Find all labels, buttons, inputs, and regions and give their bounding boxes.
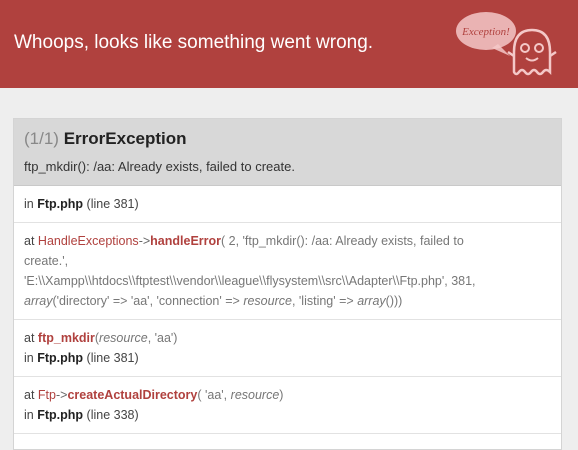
trace-item: at Ftp->createActualDirectory( 'aa', res… — [14, 377, 561, 434]
trace-args: resource — [230, 388, 280, 402]
exception-message: ftp_mkdir(): /aa: Already exists, failed… — [24, 159, 295, 174]
trace-args: array — [357, 294, 386, 308]
trace-args: , 'aa') — [147, 331, 178, 345]
exception-name: ErrorException — [63, 129, 187, 148]
exception-header: (1/1) ErrorException ftp_mkdir(): /aa: A… — [14, 119, 561, 186]
content-area: (1/1) ErrorException ftp_mkdir(): /aa: A… — [0, 88, 578, 450]
trace-in-label: in — [24, 408, 34, 422]
trace-args: 'E:\\Xampp\\htdocs\\ftptest\\vendor\\lea… — [24, 274, 476, 288]
trace-at-label: at — [24, 234, 35, 248]
trace-class: HandleExceptions — [37, 234, 139, 248]
ghost-mascot: Exception! — [452, 8, 564, 82]
trace-file: Ftp.php — [37, 408, 84, 422]
trace-function: ftp_mkdir — [37, 331, 95, 345]
trace-args: ( 'aa', — [197, 388, 228, 402]
bubble-text: Exception! — [461, 26, 510, 38]
trace-function: handleError — [150, 234, 222, 248]
exception-count: (1/1) — [24, 129, 59, 148]
exception-panel: (1/1) ErrorException ftp_mkdir(): /aa: A… — [13, 118, 562, 450]
trace-at-label: at — [24, 388, 35, 402]
page-title: Whoops, looks like something went wrong. — [14, 32, 374, 53]
trace-arrow: -> — [138, 234, 151, 248]
trace-line: (line 381) — [86, 351, 139, 365]
trace-file: Ftp.php — [37, 197, 84, 211]
trace-item: in Ftp.php (line 381) — [14, 186, 561, 223]
trace-item: at ftp_mkdir(resource, 'aa') in Ftp.php … — [14, 320, 561, 377]
trace-args: array — [24, 294, 53, 308]
trace-args: ) — [279, 388, 284, 402]
trace-item: at HandleExceptions->handleError( 2, 'ft… — [14, 223, 561, 320]
trace-args: ())) — [385, 294, 403, 308]
trace-line: (line 338) — [86, 408, 139, 422]
ghost-icon: Exception! — [456, 12, 557, 76]
trace-args: create.', — [24, 254, 69, 268]
trace-args: ( 2, 'ftp_mkdir(): /aa: Already exists, … — [221, 234, 464, 248]
trace-args: resource — [243, 294, 292, 308]
trace-at-label: at — [24, 331, 35, 345]
trace-args: resource — [99, 331, 148, 345]
trace-in-label: in — [24, 351, 34, 365]
trace-args: , 'listing' => — [291, 294, 354, 308]
trace-args: ('directory' => 'aa', 'connection' => — [52, 294, 240, 308]
trace-function: createActualDirectory — [67, 388, 198, 402]
error-header: Whoops, looks like something went wrong.… — [0, 0, 578, 88]
exception-title: (1/1) ErrorException — [24, 129, 551, 149]
trace-arrow: -> — [55, 388, 68, 402]
trace-line: (line 381) — [86, 197, 139, 211]
trace-in-label: in — [24, 197, 34, 211]
trace-file: Ftp.php — [37, 351, 84, 365]
trace-class: Ftp — [37, 388, 56, 402]
